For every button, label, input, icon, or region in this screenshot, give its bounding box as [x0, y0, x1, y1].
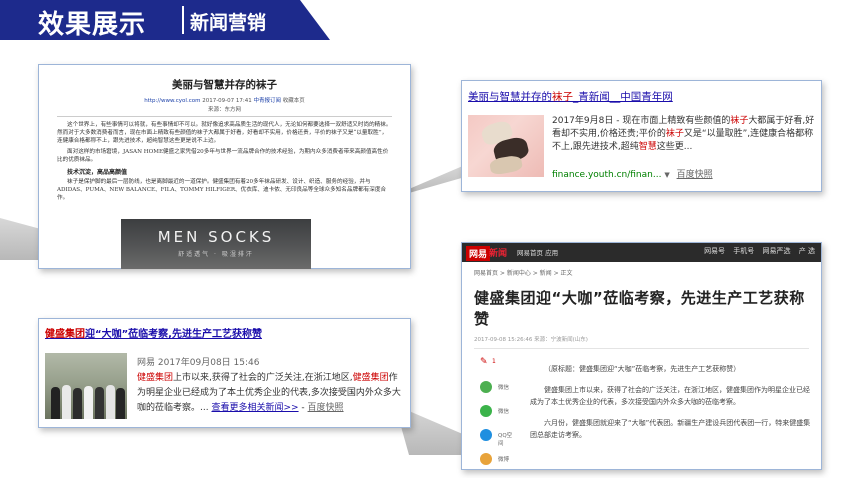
divider	[57, 116, 392, 117]
title-text: 迎“大咖”莅临考察,先进生产工艺获称赞	[85, 329, 262, 340]
wechat-icon	[480, 381, 492, 393]
article-meta-extra[interactable]: 收藏本页	[283, 98, 305, 104]
share-weibo[interactable]: 微博	[476, 451, 516, 469]
article-meta: 2017-09-08 15:26:46 来源：宁波新闻(山东)	[474, 337, 588, 343]
more-news-link[interactable]: 查看更多相关新闻>>	[211, 403, 298, 413]
topbar-tool[interactable]: 产 选	[799, 246, 815, 256]
group-photo-thumbnail[interactable]	[45, 353, 127, 419]
article-paragraph: （原标题：健盛集团迎“大咖”莅临考察，先进生产工艺获称赞）	[544, 365, 741, 373]
topbar-tool[interactable]: 网易严选	[763, 246, 791, 256]
snippet-highlight: 袜子	[730, 116, 749, 126]
person-figure	[84, 386, 93, 419]
share-label: 微信	[498, 385, 510, 391]
article-headline: 健盛集团迎“大咖”莅临考察，先进生产工艺获称赞	[474, 289, 805, 328]
title-highlight: 健盛集团	[45, 329, 85, 340]
banner-image-subtitle: 舒适透气 · 吸湿排汗	[178, 251, 254, 258]
share-wechat[interactable]: 微信	[476, 379, 516, 401]
snapshot-link[interactable]: 百度快照	[677, 170, 713, 180]
title-text: _青新闻__中国青年网	[573, 91, 673, 103]
page-title: 效果展示	[38, 10, 147, 40]
dropdown-arrow-icon[interactable]: ▼	[664, 171, 669, 179]
sock-shape	[488, 154, 524, 176]
search-result-snippet: 健盛集团上市以来,获得了社会的广泛关注,在浙江地区,健盛集团作为明星企业已经成为…	[137, 373, 401, 413]
netease-topbar: 网易 新闻 网易首页 应用 网易号 手机号 网易严选 产 选	[462, 243, 821, 262]
search-result-title-link[interactable]: 美丽与智慧并存的袜子_青新闻__中国青年网	[468, 89, 815, 104]
snippet-text: 2017年9月8日 - 现在市面上精致有些颜值的	[552, 116, 731, 126]
search-result-source: 网易 2017年09月08日 15:46	[137, 358, 260, 368]
article-subheading: 技术沉淀，高品高颜值	[67, 169, 128, 176]
article-title: 美丽与智慧并存的袜子	[172, 79, 277, 91]
url-text[interactable]: finance.youth.cn/finan...	[552, 170, 661, 180]
socks-thumbnail[interactable]	[468, 115, 544, 177]
snapshot-link[interactable]: 百度快照	[308, 403, 344, 413]
divider	[474, 348, 809, 349]
banner-image-title: MEN SOCKS	[157, 228, 275, 246]
article-paragraph: 袜子是保护脚的最后一层防线，也是离脚最近的一道保护。健盛集团有着20多年袜品研发…	[57, 179, 387, 201]
search-result-url: finance.youth.cn/finan... ▼ 百度快照	[552, 167, 713, 180]
article-meta-link[interactable]: http://www.cyol.com	[144, 98, 200, 104]
person-figure	[95, 387, 104, 419]
article-body: （原标题：健盛集团迎“大咖”莅临考察，先进生产工艺获称赞） 健盛集团上市以来，获…	[530, 363, 814, 450]
article-source: 来源：东方网	[207, 107, 241, 113]
weibo-icon	[480, 453, 492, 465]
topbar-tool[interactable]: 手机号	[733, 246, 754, 256]
article-meta-site[interactable]: 中青报订阅	[254, 98, 282, 104]
topbar-tool[interactable]: 网易号	[704, 246, 725, 256]
article-meta: http://www.cyol.com 2017-09-07 17:41 中青报…	[57, 96, 392, 104]
comment-icon: ✎	[480, 357, 488, 367]
article-paragraph: 六月份，健盛集团就迎来了“大咖”代表团。新疆生产建设兵团代表团一行，特来健盛集团…	[530, 419, 811, 439]
person-figure	[106, 385, 115, 419]
person-figure	[51, 387, 60, 419]
person-figure	[62, 385, 71, 419]
qzone-icon	[480, 429, 492, 441]
page-subtitle: 新闻营销	[190, 12, 267, 34]
comment-count[interactable]: ✎ 1	[476, 355, 516, 377]
topbar-nav[interactable]: 网易首页 应用	[517, 247, 558, 257]
search-result-snippet: 2017年9月8日 - 现在市面上精致有些颜值的袜子大都属于好看,好看却不实用,…	[552, 115, 816, 154]
netease-article-card: 网易 新闻 网易首页 应用 网易号 手机号 网易严选 产 选 网易首页 > 新闻…	[461, 242, 822, 470]
share-sidebar: ✎ 1 微信 微信 QQ空间 微博	[476, 355, 516, 469]
breadcrumb[interactable]: 网易首页 > 新闻中心 > 新闻 > 正文	[462, 262, 821, 277]
title-divider	[182, 6, 184, 34]
comment-count-value: 1	[492, 358, 496, 365]
slide: 效果展示 新闻营销 美丽与智慧并存的袜子 http://www.cyol.com…	[0, 0, 852, 478]
search-result-title-link[interactable]: 健盛集团迎“大咖”莅临考察,先进生产工艺获称赞	[45, 325, 404, 340]
wechat-moments-icon	[480, 405, 492, 417]
men-socks-banner-image: MEN SOCKS 舒适透气 · 吸湿排汗	[121, 219, 311, 269]
article-screenshot-card: 美丽与智慧并存的袜子 http://www.cyol.com 2017-09-0…	[38, 64, 411, 269]
snippet-highlight: 袜子	[665, 129, 684, 139]
netease-logo[interactable]: 网易	[466, 246, 491, 261]
snippet-highlight: 健盛集团	[137, 373, 174, 383]
article-paragraph: 健盛集团上市以来，获得了社会的广泛关注，在浙江地区，健盛集团作为明星企业已经成为…	[530, 386, 810, 406]
snippet-highlight: 智慧	[638, 142, 657, 152]
snippet-text: 上市以来,获得了社会的广泛关注,在浙江地区,	[173, 373, 353, 383]
header-banner: 效果展示 新闻营销	[0, 0, 330, 40]
search-result-card-jiansheng: 健盛集团迎“大咖”莅临考察,先进生产工艺获称赞 网易 2017年09月08日 1…	[38, 318, 411, 428]
article-paragraph: 这个世界上，有些事情可以将就，有些事情却不可以。就好像追求高品质生活的现代人，无…	[57, 122, 392, 144]
person-figure	[116, 388, 125, 419]
snippet-highlight: 健盛集团	[352, 373, 389, 383]
article-meta-date: 2017-09-07 17:41	[202, 98, 252, 104]
share-label: 微信	[498, 409, 510, 415]
article-paragraph: 面对这样的市场窘境，JASAN HOME健盛之家凭借20多年与世界一流品牌合作的…	[57, 149, 389, 163]
snippet-text: 这些更...	[656, 142, 693, 152]
netease-news-logo[interactable]: 新闻	[489, 246, 507, 259]
share-wechat-moments[interactable]: 微信	[476, 403, 516, 425]
title-text: 美丽与智慧并存的	[468, 91, 552, 103]
topbar-tools: 网易号 手机号 网易严选 产 选	[698, 246, 815, 256]
share-label: 微博	[498, 457, 510, 463]
search-result-card-youth: 美丽与智慧并存的袜子_青新闻__中国青年网 2017年9月8日 - 现在市面上精…	[461, 80, 822, 192]
share-label: QQ空间	[498, 433, 513, 447]
share-qzone[interactable]: QQ空间	[476, 427, 516, 449]
person-figure	[73, 388, 82, 419]
title-highlight: 袜子	[552, 91, 573, 103]
